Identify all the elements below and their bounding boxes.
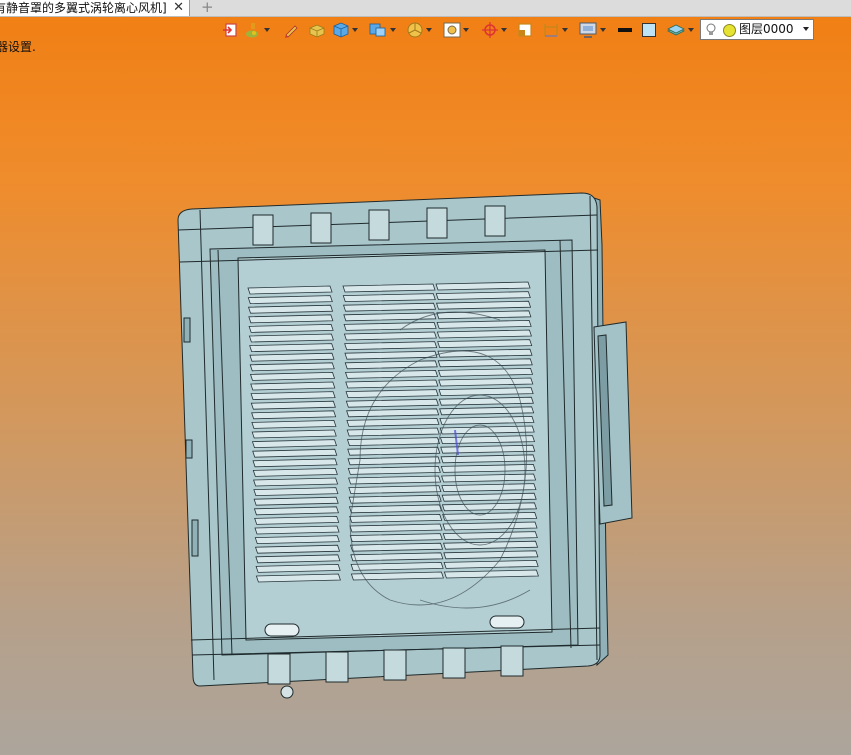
side-mount-box xyxy=(593,321,633,525)
model-viewport[interactable] xyxy=(0,0,851,755)
louver-grille xyxy=(247,281,539,583)
drain-knob xyxy=(280,685,294,699)
